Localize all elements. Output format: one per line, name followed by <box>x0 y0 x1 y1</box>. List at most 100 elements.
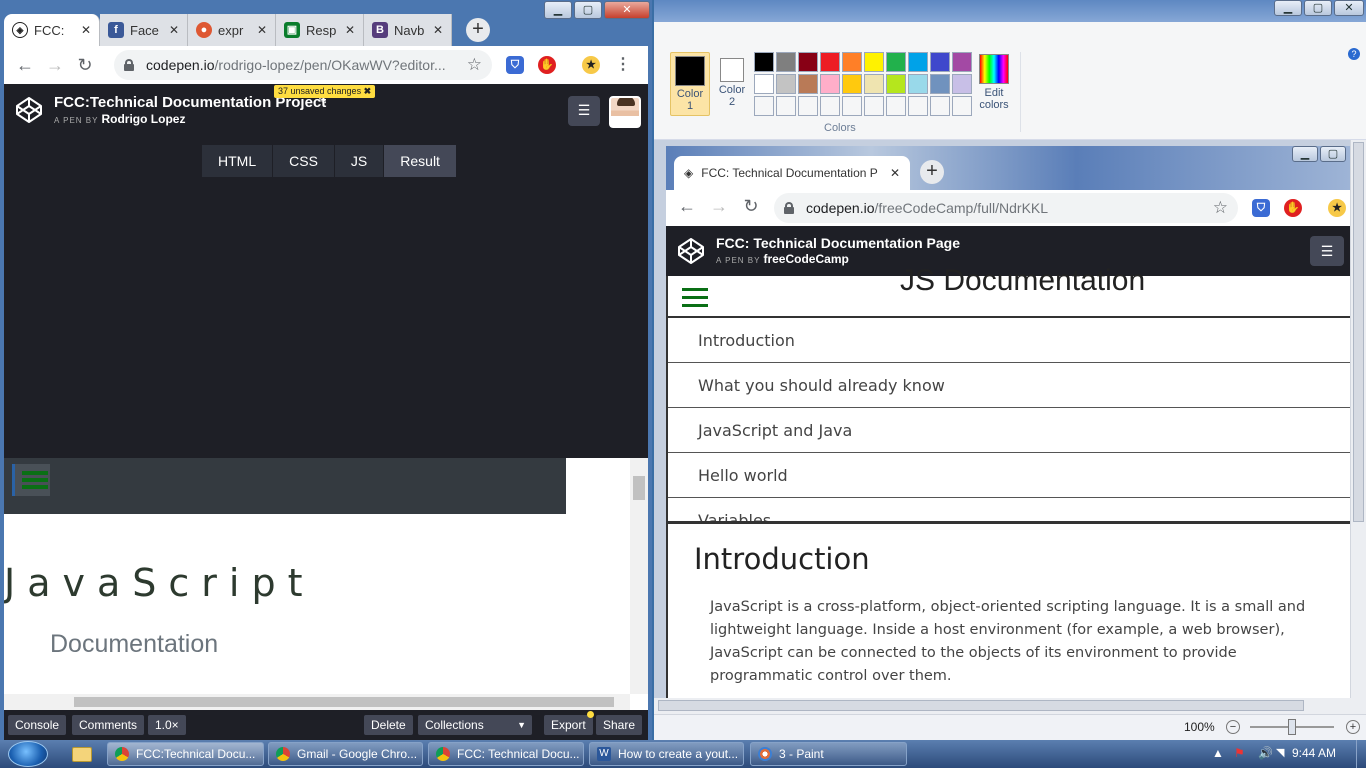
palette-swatch[interactable] <box>930 96 950 116</box>
palette-swatch[interactable] <box>908 96 928 116</box>
pasted-screenshot[interactable]: ▁ ▢ ◈ FCC: Technical Documentation P ✕ +… <box>666 146 1350 698</box>
comments-button[interactable]: Comments <box>72 715 145 735</box>
start-button[interactable] <box>8 741 48 767</box>
bookmark-star-icon[interactable]: ☆ <box>467 55 482 75</box>
palette-swatch[interactable] <box>820 52 840 72</box>
taskbar-item[interactable]: W How to create a yout... <box>589 742 744 766</box>
help-icon[interactable]: ? <box>1348 48 1360 60</box>
shield-extension-icon[interactable]: ⛉ <box>506 56 524 74</box>
palette-swatch[interactable] <box>864 96 884 116</box>
file-explorer-icon[interactable] <box>62 743 102 765</box>
tab-close-icon[interactable]: ✕ <box>169 23 179 37</box>
palette-swatch[interactable] <box>798 52 818 72</box>
palette-swatch[interactable] <box>952 96 972 116</box>
scroll-thumb[interactable] <box>1353 142 1364 522</box>
edit-colors-button[interactable]: Edit colors <box>976 52 1012 111</box>
codepen-logo-icon[interactable] <box>14 95 44 125</box>
palette-swatch[interactable] <box>864 52 884 72</box>
palette-swatch[interactable] <box>842 52 862 72</box>
palette-swatch[interactable] <box>776 74 796 94</box>
back-icon[interactable]: ← <box>10 55 40 76</box>
zoom-out-button[interactable]: − <box>1226 720 1240 734</box>
tab-css[interactable]: CSS <box>273 145 335 177</box>
result-vertical-scrollbar[interactable] <box>630 458 648 694</box>
scroll-thumb[interactable] <box>633 476 645 500</box>
palette-swatch[interactable] <box>886 96 906 116</box>
paint-canvas-area[interactable]: ▁ ▢ ◈ FCC: Technical Documentation P ✕ +… <box>654 140 1366 698</box>
show-desktop-button[interactable] <box>1356 740 1366 768</box>
hamburger-menu-icon[interactable] <box>12 464 50 496</box>
palette-swatch[interactable] <box>842 96 862 116</box>
extension-icon[interactable]: ★ <box>582 56 600 74</box>
palette-swatch[interactable] <box>952 52 972 72</box>
result-horizontal-scrollbar[interactable] <box>4 694 630 710</box>
adblock-extension-icon[interactable]: ✋ <box>538 56 556 74</box>
palette-swatch[interactable] <box>798 96 818 116</box>
zoom-slider-knob[interactable] <box>1288 719 1296 735</box>
scroll-thumb[interactable] <box>658 700 1304 711</box>
palette-swatch[interactable] <box>754 52 774 72</box>
dismiss-icon[interactable]: ✖ <box>364 86 372 96</box>
palette-swatch[interactable] <box>820 96 840 116</box>
tab-html[interactable]: HTML <box>202 145 274 177</box>
console-button[interactable]: Console <box>8 715 67 735</box>
palette-swatch[interactable] <box>952 74 972 94</box>
palette-swatch[interactable] <box>798 74 818 94</box>
tab-facebook[interactable]: f Face ✕ <box>100 14 188 46</box>
color2-button[interactable]: Color 2 <box>712 52 752 116</box>
new-tab-button[interactable]: + <box>466 18 490 42</box>
export-button[interactable]: Export <box>544 715 593 735</box>
action-center-icon[interactable]: ⚑ <box>1234 746 1245 760</box>
delete-button[interactable]: Delete <box>364 715 413 735</box>
palette-swatch[interactable] <box>820 74 840 94</box>
palette-swatch[interactable] <box>754 96 774 116</box>
palette-swatch[interactable] <box>776 96 796 116</box>
color1-button[interactable]: Color 1 <box>670 52 710 116</box>
collections-button[interactable]: Collections ▼ <box>418 715 532 735</box>
network-icon[interactable]: ◥ <box>1276 746 1284 759</box>
taskbar-item[interactable]: Gmail - Google Chro... <box>268 742 423 766</box>
tab-close-icon[interactable]: ✕ <box>345 23 355 37</box>
palette-swatch[interactable] <box>930 52 950 72</box>
tab-close-icon[interactable]: ✕ <box>81 23 91 37</box>
palette-swatch[interactable] <box>908 52 928 72</box>
address-bar[interactable]: codepen.io/rodrigo-lopez/pen/OKawWV?edit… <box>114 50 492 80</box>
forward-icon[interactable]: → <box>40 55 70 76</box>
close-button[interactable]: ✕ <box>1334 0 1364 16</box>
view-menu-button[interactable]: ☰ <box>568 96 600 126</box>
more-menu-icon[interactable]: ⋮ <box>614 56 632 74</box>
taskbar-item[interactable]: 3 - Paint <box>750 742 907 766</box>
palette-swatch[interactable] <box>754 74 774 94</box>
taskbar-item[interactable]: FCC: Technical Docu... <box>428 742 584 766</box>
maximize-button[interactable]: ▢ <box>1304 0 1332 16</box>
clock[interactable]: 9:44 AM <box>1292 746 1336 760</box>
avatar[interactable] <box>609 96 641 128</box>
palette-swatch[interactable] <box>886 74 906 94</box>
palette-swatch[interactable] <box>776 52 796 72</box>
tab-express[interactable]: ● expr ✕ <box>188 14 276 46</box>
palette-swatch[interactable] <box>842 74 862 94</box>
show-hidden-icons[interactable]: ▲ <box>1212 746 1224 760</box>
palette-swatch[interactable] <box>908 74 928 94</box>
tab-js[interactable]: JS <box>334 145 385 177</box>
reload-icon[interactable]: ↻ <box>70 55 100 76</box>
canvas-vertical-scrollbar[interactable] <box>1350 140 1366 698</box>
palette-swatch[interactable] <box>886 52 906 72</box>
minimize-button[interactable]: ▁ <box>1274 0 1302 16</box>
tab-result[interactable]: Result <box>384 145 457 177</box>
tab-navbar[interactable]: B Navb ✕ <box>364 14 452 46</box>
zoom-in-button[interactable]: + <box>1346 720 1360 734</box>
palette-swatch[interactable] <box>864 74 884 94</box>
canvas-horizontal-scrollbar[interactable] <box>654 698 1366 714</box>
palette-swatch[interactable] <box>930 74 950 94</box>
tab-responsive[interactable]: ▣ Resp ✕ <box>276 14 364 46</box>
tab-close-icon[interactable]: ✕ <box>433 23 443 37</box>
tab-fcc[interactable]: ◈ FCC: ✕ <box>4 14 100 46</box>
taskbar-item[interactable]: FCC:Technical Docu... <box>107 742 264 766</box>
author-name[interactable]: Rodrigo Lopez <box>101 112 185 126</box>
share-button[interactable]: Share <box>596 715 643 735</box>
zoom-button[interactable]: 1.0× <box>148 715 186 735</box>
tab-close-icon[interactable]: ✕ <box>257 23 267 37</box>
scroll-thumb[interactable] <box>74 697 614 707</box>
volume-icon[interactable]: 🔊 <box>1258 746 1273 760</box>
